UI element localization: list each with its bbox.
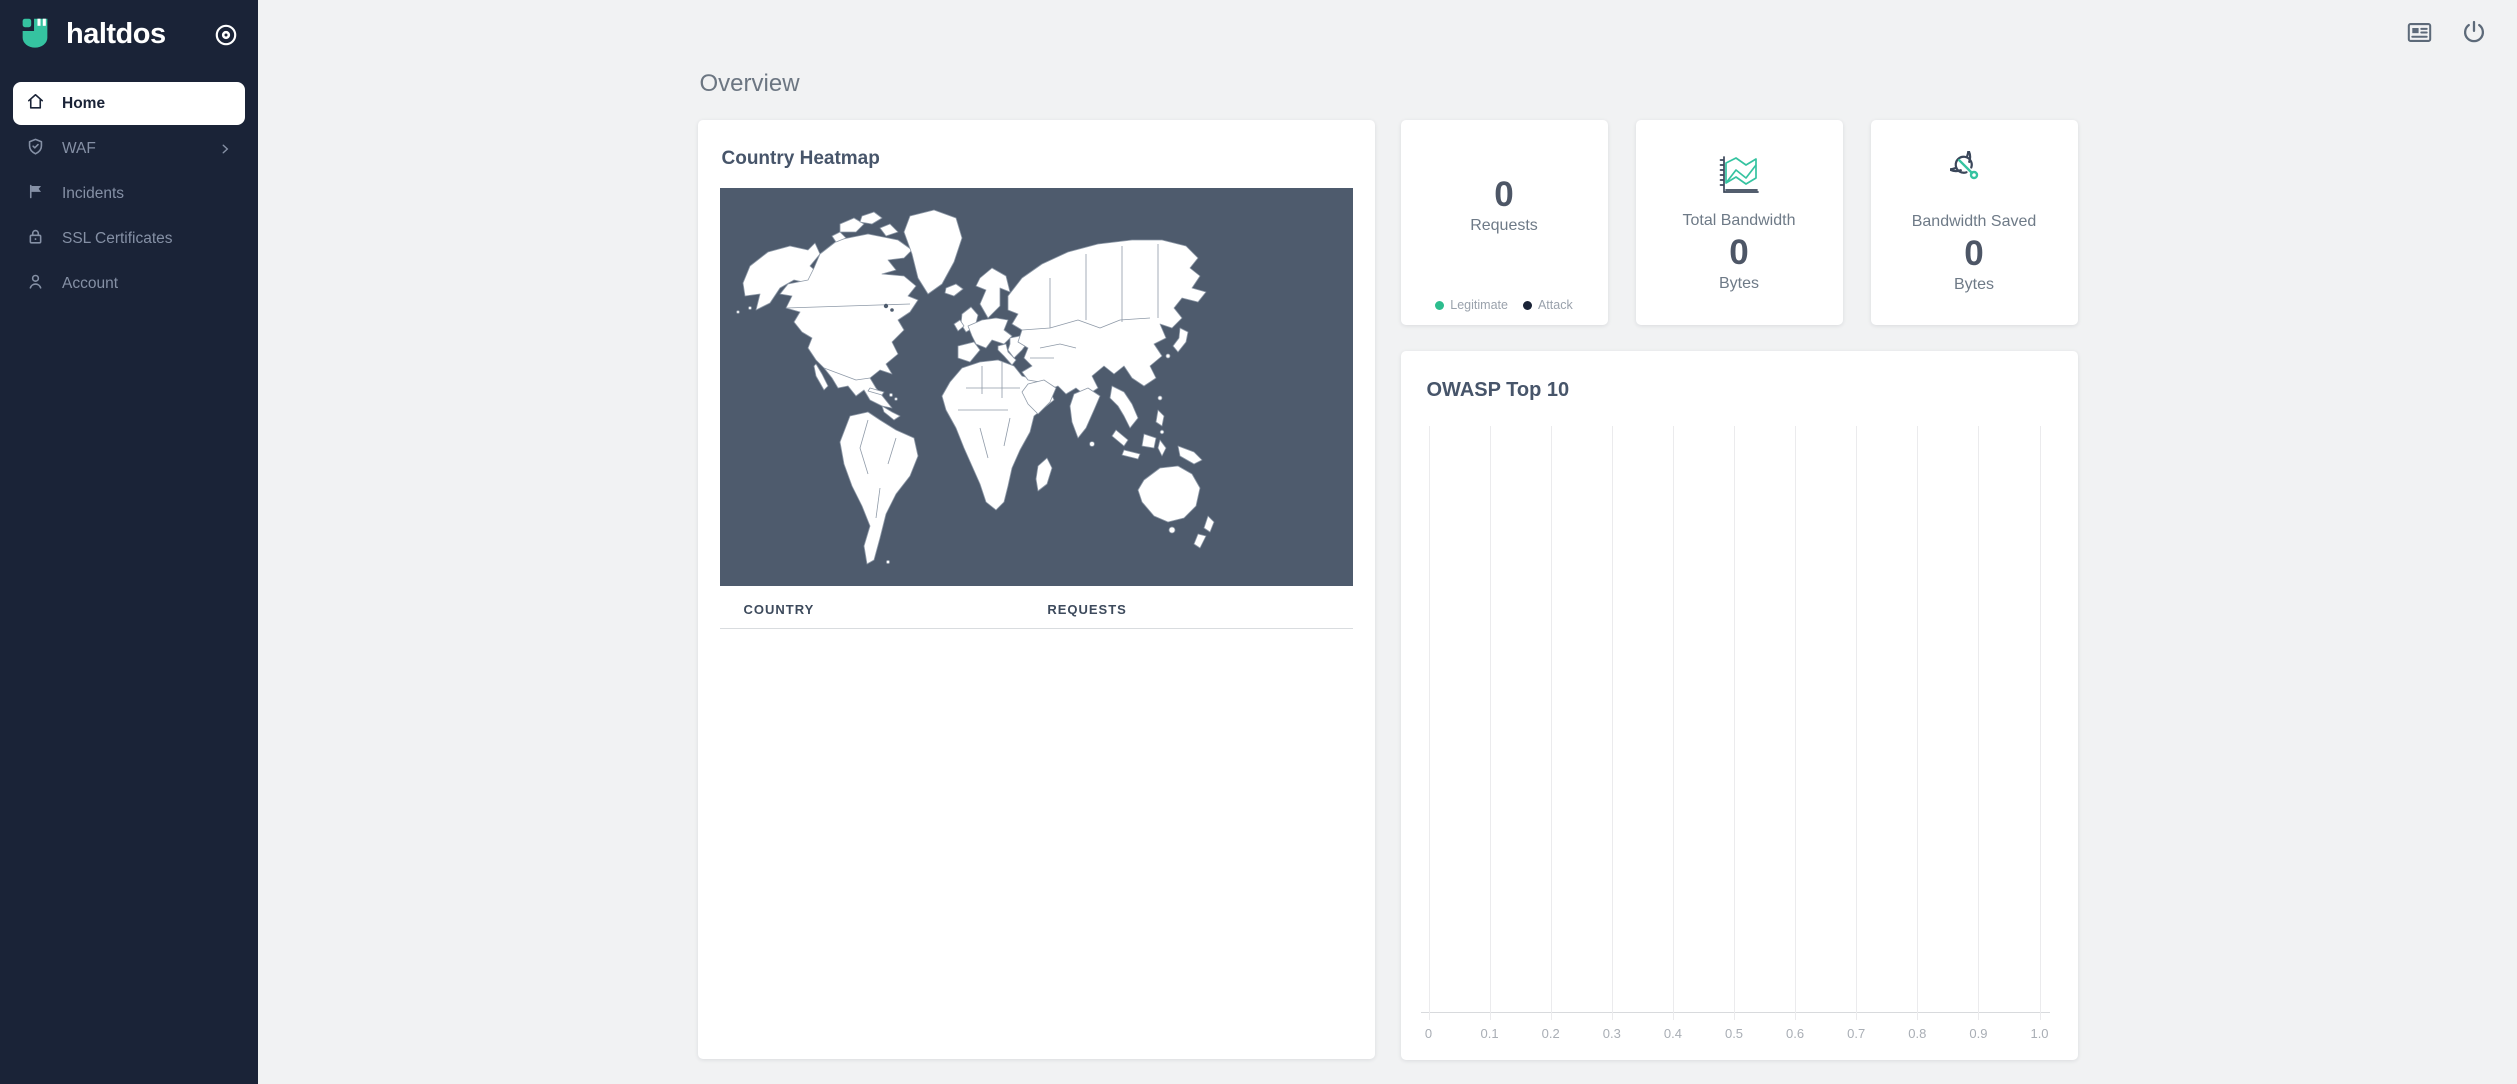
chart-gridline (1856, 426, 1857, 1020)
sidebar-item-incidents[interactable]: Incidents (13, 172, 245, 215)
radar-icon (1950, 151, 1998, 199)
requests-legend: Legitimate Attack (1401, 298, 1608, 312)
sidebar-header: haltdos (0, 0, 258, 66)
legend-item-legitimate: Legitimate (1435, 298, 1508, 312)
sidebar-item-home[interactable]: Home (13, 82, 245, 125)
chart-tick-label: 0.7 (1847, 1026, 1865, 1041)
legitimate-dot-icon (1435, 301, 1444, 310)
world-map[interactable] (720, 188, 1353, 586)
chart-tick-label: 0 (1425, 1026, 1432, 1041)
attack-dot-icon (1523, 301, 1532, 310)
stat-unit: Bytes (1954, 276, 1994, 294)
legend-label: Attack (1538, 298, 1573, 312)
requests-label: Requests (1470, 217, 1538, 235)
requests-value: 0 (1494, 176, 1513, 215)
chart-gridline (1429, 426, 1430, 1020)
card-title: Country Heatmap (722, 148, 1353, 170)
stat-unit: Bytes (1719, 275, 1759, 293)
column-header-requests: REQUESTS (1023, 602, 1352, 617)
chart-gridline (1490, 426, 1491, 1020)
requests-stat-card: 0 Requests Legitimate Attack (1401, 120, 1608, 325)
main-content: Overview Country Heatmap (258, 64, 2517, 1084)
chart-gridline (1551, 426, 1552, 1020)
chart-x-axis (1421, 1012, 2050, 1013)
chart-tick-label: 0.5 (1725, 1026, 1743, 1041)
record-icon[interactable] (212, 21, 240, 49)
column-header-country: COUNTRY (720, 602, 1024, 617)
legend-label: Legitimate (1450, 298, 1508, 312)
owasp-chart: 00.10.20.30.40.50.60.70.80.91.0 (1429, 426, 2040, 1020)
sidebar: haltdos Home WA (0, 0, 258, 1084)
bandwidth-saved-value: 0 (1964, 235, 1983, 274)
home-icon (26, 92, 45, 116)
chart-gridline (1612, 426, 1613, 1020)
chart-tick-label: 0.4 (1664, 1026, 1682, 1041)
chart-gridline (1917, 426, 1918, 1020)
chart-gridline (1734, 426, 1735, 1020)
haltdos-logo-icon (16, 13, 54, 56)
heatmap-table-header: COUNTRY REQUESTS (720, 586, 1353, 629)
user-icon (26, 272, 45, 296)
legend-item-attack: Attack (1523, 298, 1573, 312)
topbar (258, 0, 2517, 64)
chart-gridline (1795, 426, 1796, 1020)
chart-gridline (2040, 426, 2041, 1020)
owasp-top10-card: OWASP Top 10 00.10.20.30.40.50.60.70.80.… (1401, 351, 2078, 1060)
sidebar-item-label: SSL Certificates (62, 230, 173, 248)
shield-icon (26, 137, 45, 161)
chart-tick-label: 0.3 (1603, 1026, 1621, 1041)
country-heatmap-card: Country Heatmap (698, 120, 1375, 1059)
sidebar-item-label: WAF (62, 140, 96, 158)
total-bandwidth-stat-card: Total Bandwidth 0 Bytes (1636, 120, 1843, 325)
brand-name: haltdos (66, 18, 200, 51)
chart-tick-label: 0.6 (1786, 1026, 1804, 1041)
sidebar-item-label: Home (62, 95, 105, 113)
chart-tick-label: 0.9 (1969, 1026, 1987, 1041)
sidebar-item-account[interactable]: Account (13, 262, 245, 305)
flag-icon (26, 182, 45, 206)
stat-title: Total Bandwidth (1683, 212, 1796, 230)
area-chart-icon (1714, 152, 1764, 198)
chart-gridline (1978, 426, 1979, 1020)
newspaper-icon[interactable] (2406, 19, 2433, 46)
total-bandwidth-value: 0 (1729, 234, 1748, 273)
sidebar-item-ssl-certificates[interactable]: SSL Certificates (13, 217, 245, 260)
chart-tick-label: 0.8 (1908, 1026, 1926, 1041)
chart-gridline (1673, 426, 1674, 1020)
chart-tick-label: 1.0 (2030, 1026, 2048, 1041)
chart-tick-label: 0.1 (1481, 1026, 1499, 1041)
chart-tick-label: 0.2 (1542, 1026, 1560, 1041)
bandwidth-saved-stat-card: Bandwidth Saved 0 Bytes (1871, 120, 2078, 325)
chevron-right-icon (218, 142, 232, 156)
power-icon[interactable] (2461, 19, 2487, 45)
stat-title: Bandwidth Saved (1912, 213, 2037, 231)
page-title: Overview (700, 70, 2078, 98)
lock-icon (26, 227, 45, 251)
sidebar-item-waf[interactable]: WAF (13, 127, 245, 170)
owasp-title: OWASP Top 10 (1427, 379, 2054, 402)
sidebar-item-label: Account (62, 275, 118, 293)
sidebar-nav: Home WAF Incide (0, 82, 258, 305)
sidebar-item-label: Incidents (62, 185, 124, 203)
